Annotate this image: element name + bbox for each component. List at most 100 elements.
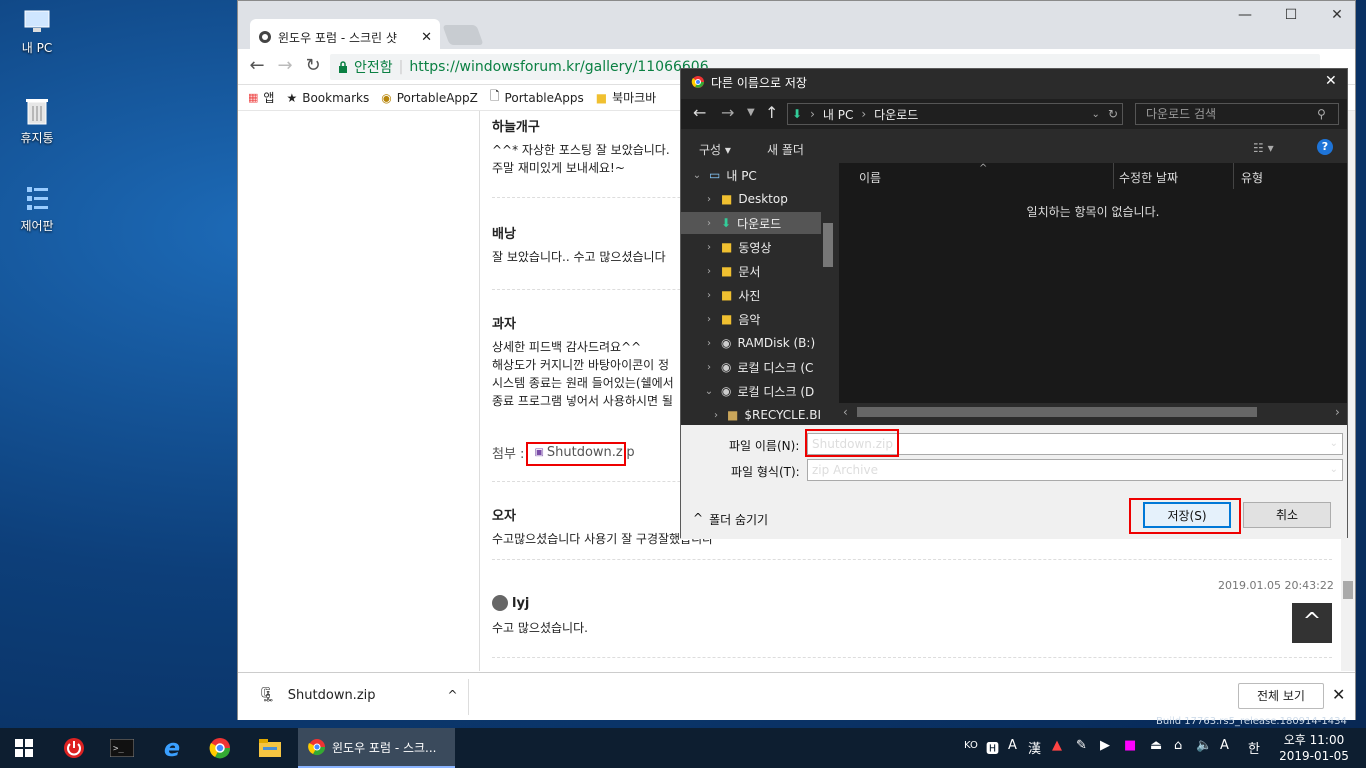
bookmark-portableapps[interactable]: 🗋 PortableApps [490,87,584,108]
close-download-bar-icon[interactable]: ✕ [1332,685,1345,704]
filename-input[interactable]: Shutdown.zip ⌄ [807,433,1343,455]
nav-item-music[interactable]: › ■ 음악 [681,308,821,330]
taskbar-chrome-task[interactable]: 윈도우 포럼 - 스크... [298,728,455,768]
recent-chevron-icon[interactable]: ▼ [747,107,755,118]
bookmark-label: Bookmarks [302,90,370,105]
explorer-button[interactable] [250,732,290,764]
view-options-icon[interactable]: ☷ ▾ [1253,141,1274,155]
chrome-button[interactable] [200,732,240,764]
new-tab-button[interactable] [442,25,484,45]
recycle-bin-icon [26,99,48,125]
page-icon: 🗋 [489,89,500,103]
path-bar[interactable]: ⬇ › 내 PC › 다운로드 ⌄ ↻ [787,103,1123,125]
input-lang-icon[interactable]: A [1220,738,1229,753]
bookmark-portableappz[interactable]: ◉ PortableAppZ [381,91,478,105]
nav-item-my-pc[interactable]: ⌄ ▭ 내 PC [681,164,821,186]
color-tray-icon[interactable]: ■ [1124,738,1136,753]
nav-item-drive-c[interactable]: › ◉ 로컬 디스크 (C [681,356,821,378]
scrollbar-thumb[interactable] [823,223,833,267]
close-window-button[interactable]: ✕ [1314,7,1360,27]
ime-width-icon[interactable]: A [1008,738,1017,753]
cancel-button[interactable]: 취소 [1243,502,1331,528]
download-bar: 🗜 Shutdown.zip ^ 전체 보기 ✕ [238,672,1355,720]
nav-item-videos[interactable]: › ■ 동영상 [681,236,821,258]
path-segment[interactable]: 다운로드 [874,106,918,123]
dialog-close-icon[interactable]: ✕ [1325,73,1337,89]
bookmark-folder[interactable]: ■ 북마크바 [596,89,657,106]
nav-item-drive-d[interactable]: ⌄ ◉ 로컬 디스크 (D [681,380,821,402]
nav-item-recycle[interactable]: › ■ $RECYCLE.BI [681,404,821,426]
column-type[interactable]: 유형 [1241,169,1263,186]
tool-tray-icon[interactable]: ✎ [1076,738,1087,753]
volume-icon[interactable]: 🔈 [1196,738,1212,753]
clock-time: 오후 11:00 [1283,733,1345,747]
path-segment[interactable]: 내 PC [823,106,853,123]
hide-folders-button[interactable]: ^ 폴더 숨기기 [693,511,768,528]
desktop-icon-recycle-bin[interactable]: 휴지통 [8,96,66,146]
scrollbar-thumb[interactable] [857,407,1257,417]
chevron-up-icon[interactable]: ^ [448,688,458,702]
nav-item-documents[interactable]: › ■ 문서 [681,260,821,282]
maximize-button[interactable]: ☐ [1268,7,1314,27]
filetype-select[interactable]: zip Archive ⌄ [807,459,1343,481]
desktop-icon-my-pc[interactable]: 내 PC [8,8,66,56]
nav-scrollbar[interactable] [821,163,835,423]
ime-indicator[interactable]: KO [964,740,978,751]
ime-mode-icon[interactable]: 🅷 [986,738,999,757]
bookmark-apps[interactable]: ▦ 앱 [248,89,274,106]
filetype-label: 파일 형식(T): [731,465,800,479]
search-input[interactable]: 다운로드 검색 [1135,103,1339,125]
app-tray-icon[interactable]: ▲ [1052,738,1062,753]
help-icon[interactable]: ? [1317,139,1333,155]
clock[interactable]: 오후 11:00 2019-01-05 [1276,732,1352,764]
path-dropdown-icon[interactable]: ⌄ [1092,109,1100,120]
terminal-button[interactable]: >_ [102,732,142,764]
nav-item-ramdisk[interactable]: › ◉ RAMDisk (B:) [681,332,821,354]
ie-button[interactable]: e [152,732,192,764]
desktop-icon-label: 휴지통 [20,131,54,145]
shutdown-app-button[interactable] [54,732,94,764]
download-item[interactable]: 🗜 Shutdown.zip ^ [258,687,458,703]
tab-windowsforum[interactable]: 윈도우 포럼 - 스크린 샷 ✕ [250,19,440,49]
nav-item-downloads[interactable]: › ⬇ 다운로드 [681,212,821,234]
up-icon[interactable]: ↑ [765,103,778,122]
save-button[interactable]: 저장(S) [1143,502,1231,528]
chevron-down-icon[interactable]: ⌄ [1330,434,1338,454]
forward-icon[interactable]: → [721,103,734,122]
nav-item-desktop[interactable]: › ■ Desktop [681,188,821,210]
nav-item-label: 음악 [738,312,761,327]
usb-icon[interactable]: ⏏ [1150,738,1162,753]
scroll-right-icon[interactable]: › [1335,405,1340,419]
minimize-button[interactable]: — [1222,7,1268,27]
nav-item-pictures[interactable]: › ■ 사진 [681,284,821,306]
scroll-top-button[interactable]: ^ [1292,603,1332,643]
show-all-button[interactable]: 전체 보기 [1238,683,1324,709]
back-icon[interactable]: ← [693,103,706,122]
column-modified[interactable]: 수정한 날짜 [1119,169,1178,186]
site-favicon-icon [259,31,271,43]
language-indicator[interactable]: 한 [1248,738,1260,757]
tab-close-icon[interactable]: ✕ [421,30,432,45]
chevron-down-icon[interactable]: ⌄ [1330,460,1338,480]
download-folder-icon: ⬇ [721,216,732,230]
new-folder-button[interactable]: 새 폴더 [767,141,804,158]
desktop-icon-control-panel[interactable]: 제어판 [8,184,66,234]
drive-icon: ◉ [721,384,732,398]
taskbar: >_ e 윈도우 포럼 - 스크... KO 🅷 A 漢 ▲ ✎ ▶ ■ ⏏ ⌂… [0,728,1366,768]
bookmark-bookmarks[interactable]: ★ Bookmarks [286,91,369,105]
start-button[interactable] [4,732,44,764]
column-name[interactable]: 이름 [859,169,881,186]
horizontal-scrollbar[interactable]: ‹ › [839,403,1347,421]
scrollbar-thumb[interactable] [1343,581,1353,599]
chevron-right-icon: › [707,313,711,325]
scroll-left-icon[interactable]: ‹ [843,405,848,419]
network-icon[interactable]: ⌂ [1174,738,1182,753]
back-button[interactable]: ← [244,55,270,79]
refresh-icon[interactable]: ↻ [1108,107,1122,121]
forward-button[interactable]: → [272,55,298,79]
organize-button[interactable]: 구성 ▾ [699,141,731,158]
media-tray-icon[interactable]: ▶ [1100,738,1110,753]
hanja-icon[interactable]: 漢 [1028,738,1041,757]
reload-button[interactable]: ↻ [300,55,326,79]
attachment-link[interactable]: ▣ Shutdown.zip [530,443,638,462]
